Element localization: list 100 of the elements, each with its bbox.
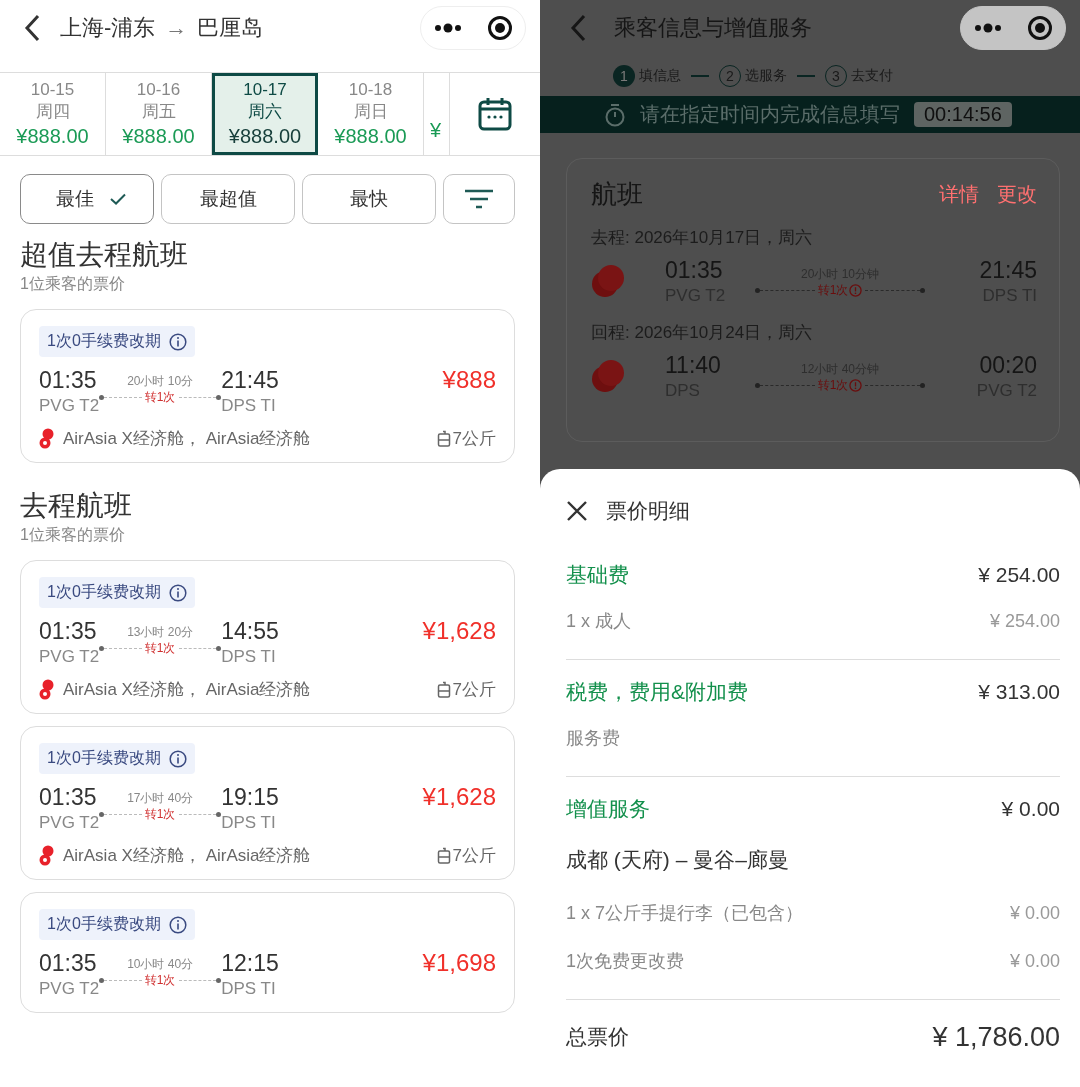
target-icon[interactable]: [486, 15, 513, 41]
duration-text: 17小时 40分: [127, 790, 194, 806]
flight-card[interactable]: 1次0手续费改期 01:35 PVG T2 10小时 40分 转1次 12:15 DPS TI ¥1,698: [20, 892, 515, 1013]
target-icon[interactable]: [1026, 15, 1053, 41]
route-title: 上海-浦东: [60, 14, 156, 42]
alert-icon: [849, 378, 863, 392]
fee-item: 1 x 7公斤手提行李（已包含）: [566, 902, 804, 925]
tab-price: ¥888.00: [228, 124, 302, 149]
sort-button[interactable]: 最快: [302, 174, 436, 224]
airport-code: PVG T2: [39, 395, 100, 417]
item-amount: ¥ 254.00: [989, 610, 1060, 632]
calendar-icon[interactable]: [478, 96, 512, 132]
section-subtitle: 1位乘客的票价: [19, 525, 126, 545]
flight-price: ¥888: [442, 365, 496, 395]
sheet-title: 票价明细: [606, 498, 690, 524]
filter-button[interactable]: [443, 174, 515, 224]
check-icon: [110, 193, 126, 205]
stops-text: 转1次: [143, 806, 177, 823]
route-dot: [216, 978, 222, 983]
flight-card[interactable]: 1次0手续费改期 01:35 PVG T2 13小时 20分 转1次 14:55 DPS TI ¥1,628 AirAsia X经济舱， AirAsia经济舱 7公斤: [20, 560, 515, 714]
date-tab[interactable]: 10-15 周四 ¥888.00: [0, 73, 106, 155]
route-dot: [99, 978, 105, 983]
section-title: 超值去程航班: [19, 238, 189, 272]
section-subtitle: 1位乘客的票价: [19, 274, 126, 294]
info-icon[interactable]: [168, 749, 187, 768]
reschedule-badge: 1次0手续费改期: [39, 326, 195, 357]
bag-icon: [436, 429, 451, 448]
flight-card[interactable]: 1次0手续费改期 01:35 PVG T2 17小时 40分 转1次 19:15 DPS TI ¥1,628 AirAsia X经济舱， AirAsia经济舱 7公斤: [20, 726, 515, 880]
tab-date: 10-15: [30, 79, 75, 101]
flight-card[interactable]: 1次0手续费改期 01:35 PVG T2 20小时 10分 转1次 21:45 DPS TI ¥888 AirAsia X经济舱， AirAsia经济舱 7公斤: [20, 309, 515, 463]
item-amount: ¥ 0.00: [1009, 950, 1060, 972]
duration-text: 20小时 10分: [127, 373, 194, 389]
airline-logo-icon: [39, 844, 55, 867]
date-tab[interactable]: ¥: [424, 73, 450, 155]
flight-price: ¥1,628: [422, 782, 496, 812]
timer-message: 请在指定时间内完成信息填写: [640, 102, 900, 127]
step-number: 1: [613, 65, 635, 87]
bag-icon: [436, 846, 451, 865]
depart-time: 01:35: [39, 783, 98, 812]
close-icon[interactable]: [566, 500, 588, 522]
fee-amount: ¥ 254.00: [978, 563, 1060, 587]
tab-date: 10-17: [243, 79, 287, 101]
airport-code: DPS TI: [221, 395, 277, 417]
arrive-time: 12:15: [221, 949, 279, 978]
stops-text: 转1次: [143, 640, 177, 657]
airport-code: DPS TI: [221, 812, 277, 834]
tab-date: 10-16: [136, 79, 181, 101]
airline-logo-icon: [39, 678, 55, 701]
route-dot: [99, 812, 105, 817]
airport-code: PVG T2: [39, 978, 100, 1000]
baggage-text: 7公斤: [436, 427, 496, 450]
arrive-time: 00:20: [979, 351, 1037, 380]
arrive-time: 14:55: [221, 617, 279, 646]
date-tab[interactable]: 10-18 周日 ¥888.00: [318, 73, 424, 155]
stops-text: 转1次: [143, 972, 177, 989]
airline-logo-icon: [591, 264, 625, 298]
airline-text: AirAsia X经济舱， AirAsia经济舱: [63, 845, 311, 867]
reschedule-badge: 1次0手续费改期: [39, 577, 195, 608]
fee-category: 基础费: [566, 562, 629, 588]
countdown-timer: 00:14:56: [914, 102, 1012, 127]
arrow-text: →: [165, 15, 188, 41]
airline-logo-icon: [39, 427, 55, 450]
baggage-text: 7公斤: [436, 844, 496, 867]
page-title: 乘客信息与增值服务: [614, 14, 812, 42]
depart-time: 01:35: [39, 949, 98, 978]
fee-amount: ¥ 0.00: [1001, 797, 1060, 821]
route-title: 巴厘岛: [197, 14, 264, 42]
back-icon[interactable]: [24, 14, 40, 42]
baggage-text: 7公斤: [436, 678, 496, 701]
duration-text: 13小时 20分: [127, 624, 194, 640]
depart-time: 01:35: [665, 256, 724, 285]
info-icon[interactable]: [168, 583, 187, 602]
flight-price: ¥1,698: [422, 948, 496, 978]
bag-icon: [436, 680, 451, 699]
filter-icon: [464, 188, 494, 210]
route-subheading: 成都 (天府) – 曼谷–廊曼: [566, 847, 789, 873]
item-amount: ¥ 0.00: [1009, 902, 1060, 924]
fee-item: 1次免费更改费: [566, 950, 684, 973]
info-icon[interactable]: [168, 332, 187, 351]
airport-code: PVG T2: [39, 812, 100, 834]
airport-code: PVG T2: [39, 646, 100, 668]
flight-price: ¥1,628: [422, 616, 496, 646]
more-icon[interactable]: [973, 23, 1002, 33]
stopwatch-icon: [604, 102, 626, 127]
stops-text: 转1次: [143, 389, 177, 406]
airline-text: AirAsia X经济舱， AirAsia经济舱: [63, 428, 311, 450]
date-tab[interactable]: 10-17 周六 ¥888.00: [212, 73, 318, 155]
sort-button[interactable]: 最超值: [161, 174, 295, 224]
airline-logo-icon: [591, 359, 625, 393]
tab-price: ¥888.00: [122, 124, 195, 149]
fee-category: 增值服务: [566, 796, 650, 822]
airport-code: DPS TI: [221, 978, 277, 1000]
depart-time: 01:35: [39, 366, 98, 395]
info-icon[interactable]: [168, 915, 187, 934]
alert-icon: [849, 283, 863, 297]
sort-button[interactable]: 最佳: [20, 174, 154, 224]
total-label: 总票价: [566, 1024, 629, 1050]
depart-time: 01:35: [39, 617, 98, 646]
more-icon[interactable]: [433, 23, 462, 33]
tab-weekday: 周日: [353, 101, 388, 123]
